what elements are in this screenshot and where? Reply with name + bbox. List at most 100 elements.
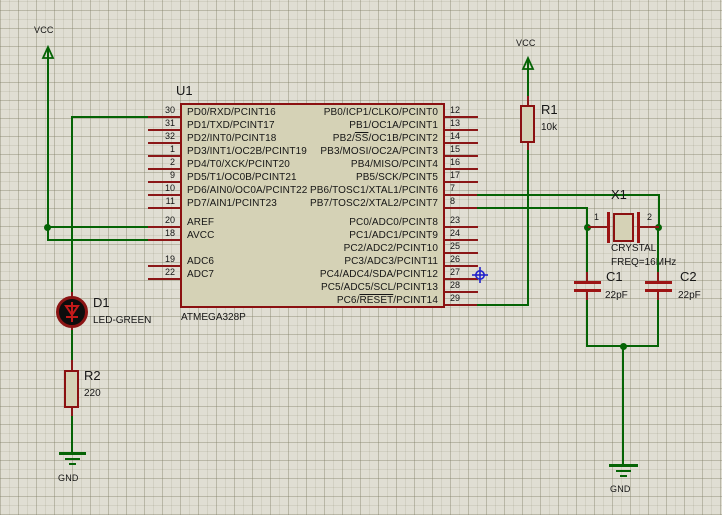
led-ref[interactable]: D1 (93, 296, 110, 310)
r2-ref[interactable]: R2 (84, 369, 101, 383)
chip-pin-29-label: PC6/RESET/PCINT14 (200, 295, 438, 306)
x1-pin2-number: 2 (647, 213, 652, 223)
wire-r1-reset-vertical[interactable] (527, 150, 529, 306)
chip-pin-26-number: 26 (450, 255, 481, 265)
vcc-right-power-icon[interactable] (520, 56, 536, 74)
chip-pin-18-stub[interactable] (148, 239, 180, 241)
chip-pin-15-label: PB3/MOSI/OC2A/PCINT3 (200, 146, 438, 157)
wire-gnd-right-drop[interactable] (622, 346, 624, 465)
chip-pin-10-stub[interactable] (148, 194, 180, 196)
chip-pin-30-stub[interactable] (148, 116, 180, 118)
chip-pin-8-label: PB7/TOSC2/XTAL2/PCINT7 (200, 198, 438, 209)
wire-vcc-r1[interactable] (527, 73, 529, 98)
wire-r2-gnd[interactable] (71, 416, 73, 454)
chip-pin-2-stub[interactable] (148, 168, 180, 170)
wire-led-r2[interactable] (71, 330, 73, 362)
crystal-body[interactable] (613, 213, 634, 242)
wire-c1-top[interactable] (586, 228, 588, 274)
chip-pin-13-number: 13 (450, 119, 481, 129)
chip-pin-22-number: 22 (144, 268, 175, 278)
wire-c2-bottom[interactable] (657, 300, 659, 347)
vcc-right-label: VCC (516, 39, 536, 49)
c2-value[interactable]: 22pF (678, 290, 701, 301)
wire-pd0-led-vertical[interactable] (71, 116, 73, 298)
x1-pin1-number: 1 (594, 213, 599, 223)
chip-pin-18-number: 18 (144, 229, 175, 239)
c2-ref[interactable]: C2 (680, 270, 697, 284)
wire-vcc-aref[interactable] (47, 226, 150, 228)
x1-plate-right[interactable] (637, 212, 640, 243)
chip-pin-1-stub[interactable] (148, 155, 180, 157)
chip-pin-13-label: PB1/OC1A/PCINT1 (200, 120, 438, 131)
chip-pin-22-stub[interactable] (148, 278, 180, 280)
x1-stub-left[interactable] (588, 226, 609, 228)
wire-c2-top[interactable] (657, 228, 659, 274)
chip-pin-20-number: 20 (144, 216, 175, 226)
chip-pin-31-stub[interactable] (148, 129, 180, 131)
chip-pin-23-label: PC0/ADC0/PCINT8 (200, 217, 438, 228)
chip-pin-19-number: 19 (144, 255, 175, 265)
chip-pin-17-label: PB5/SCK/PCINT5 (200, 172, 438, 183)
vcc-left-label: VCC (34, 26, 54, 36)
chip-pin-9-stub[interactable] (148, 181, 180, 183)
chip-pin-32-stub[interactable] (148, 142, 180, 144)
chip-pin-30-number: 30 (144, 106, 175, 116)
r1-stub-top[interactable] (527, 96, 529, 105)
chip-pin-24-number: 24 (450, 229, 481, 239)
chip-pin-27-label: PC4/ADC4/SDA/PCINT12 (200, 269, 438, 280)
chip-pin-12-label: PB0/ICP1/CLKO/PCINT0 (200, 107, 438, 118)
junction-vcc-aref (44, 224, 51, 231)
wire-xtal1-horizontal[interactable] (477, 194, 660, 196)
chip-pin-23-number: 23 (450, 216, 481, 226)
chip-pin-11-stub[interactable] (148, 207, 180, 209)
wire-xtal2-horizontal[interactable] (477, 207, 588, 209)
chip-pin-19-stub[interactable] (148, 265, 180, 267)
r1-ref[interactable]: R1 (541, 103, 558, 117)
wire-c1-bottom[interactable] (586, 300, 588, 347)
resistor-r2-body[interactable] (64, 370, 79, 408)
chip-part-label[interactable]: ATMEGA328P (181, 312, 246, 323)
chip-pin-17-number: 17 (450, 171, 481, 181)
led-value[interactable]: LED-GREEN (93, 315, 151, 326)
schematic-canvas: VCC D1 LED-GREEN R2 220 GND U1 ATMEGA328… (0, 0, 722, 515)
wire-reset-horizontal[interactable] (477, 304, 529, 306)
led-symbol[interactable] (56, 296, 88, 328)
x1-stub-right[interactable] (638, 226, 659, 228)
chip-pin-7-label: PB6/TOSC1/XTAL1/PCINT6 (200, 185, 438, 196)
x1-ref[interactable]: X1 (611, 188, 627, 202)
chip-pin-29-stub[interactable] (445, 304, 478, 306)
chip-pin-32-number: 32 (144, 132, 175, 142)
r2-stub-top[interactable] (71, 360, 73, 370)
x1-freq[interactable]: FREQ=16MHz (611, 257, 676, 268)
chip-pin-25-label: PC2/ADC2/PCINT10 (200, 243, 438, 254)
chip-pin-20-stub[interactable] (148, 226, 180, 228)
chip-pin-8-stub[interactable] (445, 207, 478, 209)
x1-value[interactable]: CRYSTAL (611, 243, 656, 254)
wire-vcc-avcc[interactable] (47, 239, 150, 241)
chip-pin-24-label: PC1/ADC1/PCINT9 (200, 230, 438, 241)
chip-pin-26-label: PC3/ADC3/PCINT11 (200, 256, 438, 267)
vcc-left-power-icon[interactable] (40, 45, 56, 63)
chip-ref[interactable]: U1 (176, 84, 193, 98)
gnd-right-label: GND (610, 485, 631, 495)
wire-pd0-horizontal[interactable] (71, 116, 150, 118)
chip-pin-9-number: 9 (144, 171, 175, 181)
c1-value[interactable]: 22pF (605, 290, 628, 301)
chip-pin-2-number: 2 (144, 158, 175, 168)
chip-pin-14-number: 14 (450, 132, 481, 142)
r1-value[interactable]: 10k (541, 122, 557, 133)
resistor-r1-body[interactable] (520, 105, 535, 143)
chip-pin-31-number: 31 (144, 119, 175, 129)
c2-plate-top[interactable] (645, 281, 672, 284)
c1-plate-top[interactable] (574, 281, 601, 284)
chip-pin-8-number: 8 (450, 197, 481, 207)
x1-plate-left[interactable] (607, 212, 610, 243)
led-diode-icon (62, 302, 82, 322)
chip-pin-11-number: 11 (144, 197, 175, 207)
c1-ref[interactable]: C1 (606, 270, 623, 284)
chip-pin-16-label: PB4/MISO/PCINT4 (200, 159, 438, 170)
chip-pin-28-label: PC5/ADC5/SCL/PCINT13 (200, 282, 438, 293)
wire-vcc-left-drop[interactable] (47, 62, 49, 241)
r2-value[interactable]: 220 (84, 388, 101, 399)
chip-pin-25-number: 25 (450, 242, 481, 252)
